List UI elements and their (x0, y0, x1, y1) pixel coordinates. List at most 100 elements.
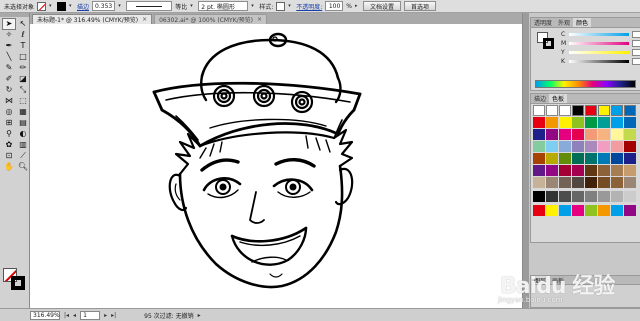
tab-06302-ai[interactable]: 06302.ai* @ 100% (CMYK/预览) × (154, 14, 268, 24)
swatch[interactable] (559, 191, 571, 202)
swatch[interactable] (533, 205, 545, 216)
swatch[interactable] (572, 191, 584, 202)
eraser-tool-icon[interactable]: ◪ (17, 74, 29, 84)
swatch[interactable] (546, 205, 558, 216)
swatch[interactable] (533, 105, 545, 116)
opacity-panel-link[interactable]: 不透明度: (296, 2, 322, 11)
swatch[interactable] (559, 165, 571, 176)
channel-k-slider[interactable] (569, 60, 629, 63)
rectangle-tool-icon[interactable]: □ (17, 52, 29, 62)
swatch[interactable] (611, 177, 623, 188)
scale-tool-icon[interactable]: ⤡ (17, 85, 29, 95)
stroke-weight-dropdown-icon[interactable]: ▾ (118, 3, 123, 9)
last-artboard-icon[interactable]: ▸| (111, 312, 116, 319)
swatch[interactable] (611, 129, 623, 140)
stroke-panel-link[interactable]: 描边 (77, 2, 89, 11)
next-artboard-icon[interactable]: ▸ (104, 312, 107, 319)
swatch[interactable] (546, 141, 558, 152)
tab-color[interactable]: 颜色 (573, 18, 592, 27)
profile-dropdown-icon[interactable]: ▾ (190, 3, 195, 9)
swatch[interactable] (598, 141, 610, 152)
channel-k-value[interactable] (632, 58, 640, 65)
swatch[interactable] (559, 205, 571, 216)
swatch[interactable] (533, 141, 545, 152)
eyedropper-tool-icon[interactable]: ⚲ (3, 129, 15, 139)
channel-c-value[interactable] (632, 31, 640, 38)
swatch[interactable] (624, 117, 636, 128)
stroke-weight-field[interactable]: 0.353 (92, 1, 116, 11)
mesh-tool-icon[interactable]: ⊞ (3, 118, 15, 128)
swatch[interactable] (559, 177, 571, 188)
hand-tool-icon[interactable]: ✋ (3, 162, 15, 172)
graphic-style-swatch[interactable] (276, 1, 286, 11)
close-icon[interactable]: × (142, 16, 147, 23)
artboard-number-field[interactable]: 1 (80, 310, 101, 320)
rotate-tool-icon[interactable]: ↻ (3, 85, 15, 95)
swatch[interactable] (585, 165, 597, 176)
panel-dock-strip[interactable] (523, 13, 529, 308)
blob-brush-tool-icon[interactable]: ✐ (3, 74, 15, 84)
swatch[interactable] (559, 117, 571, 128)
swatch[interactable] (585, 205, 597, 216)
swatch[interactable] (546, 117, 558, 128)
tab-transparency[interactable]: 透明度 (531, 18, 555, 27)
swatch[interactable] (585, 117, 597, 128)
swatch[interactable] (611, 153, 623, 164)
channel-c-slider[interactable] (569, 33, 629, 36)
channel-m-value[interactable] (632, 40, 640, 47)
color-spectrum-bar[interactable] (535, 80, 636, 88)
swatch[interactable] (533, 153, 545, 164)
stroke-swatch[interactable] (57, 1, 67, 11)
swatch[interactable] (572, 177, 584, 188)
line-tool-icon[interactable]: ╲ (3, 52, 15, 62)
swatch[interactable] (546, 165, 558, 176)
brush-definition-select[interactable]: 2 pt. 椭圆形 (198, 1, 249, 11)
artboard-canvas[interactable] (30, 24, 522, 308)
swatch[interactable] (598, 191, 610, 202)
zoom-tool-icon[interactable]: 🔍︎ (17, 162, 29, 172)
tab-swatches[interactable]: 色板 (549, 94, 568, 103)
swatch[interactable] (624, 105, 636, 116)
column-graph-tool-icon[interactable]: ▥ (17, 140, 29, 150)
selection-tool-icon[interactable]: ➤ (2, 18, 16, 30)
swatch[interactable] (546, 129, 558, 140)
swatch[interactable] (611, 141, 623, 152)
paintbrush-tool-icon[interactable]: ✎ (3, 63, 15, 73)
swatch[interactable] (598, 105, 610, 116)
swatch[interactable] (598, 129, 610, 140)
brush-dropdown-icon[interactable]: ▾ (251, 3, 256, 9)
pencil-tool-icon[interactable]: ✏ (17, 63, 29, 73)
shape-builder-tool-icon[interactable]: ◎ (3, 107, 15, 117)
stroke-icon[interactable] (543, 38, 554, 49)
tab-artboards[interactable]: 画板 (549, 276, 567, 285)
swatch[interactable] (624, 165, 636, 176)
swatch[interactable] (546, 191, 558, 202)
magic-wand-tool-icon[interactable]: ✧ (3, 30, 15, 40)
slice-tool-icon[interactable]: ⟋ (17, 151, 29, 161)
swatch[interactable] (598, 205, 610, 216)
gradient-tool-icon[interactable]: ▤ (17, 118, 29, 128)
swatch[interactable] (611, 105, 623, 116)
fill-swatch[interactable] (37, 1, 47, 11)
preferences-button[interactable]: 首选项 (404, 1, 437, 11)
swatch[interactable] (598, 153, 610, 164)
swatch[interactable] (624, 129, 636, 140)
swatch[interactable] (546, 105, 558, 116)
opacity-field[interactable]: 100 (325, 1, 344, 11)
swatch[interactable] (598, 117, 610, 128)
swatch[interactable] (624, 191, 636, 202)
tab-untitled-1[interactable]: 未标题-1* @ 316.49% (CMYK/预览) × (32, 14, 153, 24)
swatch[interactable] (624, 153, 636, 164)
swatch[interactable] (533, 129, 545, 140)
channel-m-slider[interactable] (569, 42, 629, 45)
swatch[interactable] (533, 117, 545, 128)
blend-tool-icon[interactable]: ◐ (17, 129, 29, 139)
direct-selection-tool-icon[interactable]: ↖ (17, 19, 29, 29)
variable-width-profile[interactable] (126, 1, 173, 11)
fill-stroke-control[interactable] (3, 268, 27, 292)
swatch[interactable] (559, 141, 571, 152)
lasso-tool-icon[interactable]: ℓ (17, 30, 29, 40)
width-tool-icon[interactable]: ⋈ (3, 96, 15, 106)
swatch[interactable] (572, 165, 584, 176)
swatch[interactable] (559, 105, 571, 116)
